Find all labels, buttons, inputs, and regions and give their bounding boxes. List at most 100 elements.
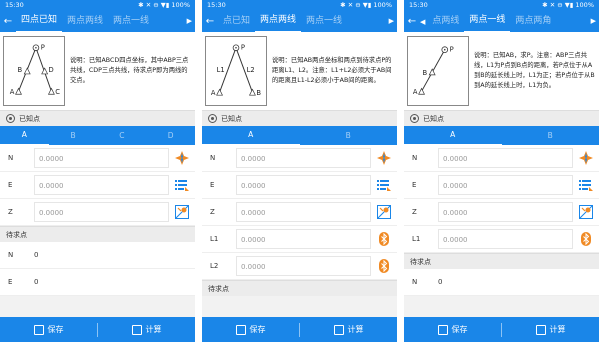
tab-mode-1[interactable]: 四点已知 [16, 11, 63, 32]
target-icon [6, 114, 15, 123]
known-points-header: 已知点 [404, 110, 599, 126]
back-arrow-icon[interactable]: ← [202, 16, 218, 27]
n-input[interactable]: 0.0000 [34, 148, 169, 168]
save-label: 保存 [249, 325, 266, 334]
calculate-button[interactable]: 计算 [300, 317, 397, 342]
save-button[interactable]: 保存 [202, 317, 299, 342]
l2-input[interactable]: 0.0000 [236, 256, 371, 276]
field-label: N [210, 154, 216, 162]
known-points-label: 已知点 [221, 114, 242, 123]
save-icon [33, 324, 44, 335]
n-input[interactable]: 0.0000 [438, 148, 573, 168]
tab-mode-3[interactable]: 两点一线 [108, 11, 154, 32]
tab-mode-2[interactable]: 两点两线 [255, 11, 302, 32]
field-label: E [8, 181, 13, 189]
svg-text:B: B [18, 66, 23, 74]
description-panel: P B D A C 说明：已知ABCD四点坐标，其中ABP三点共线，CDP三点共… [0, 32, 195, 110]
tab-mode-2[interactable]: 点两线 [427, 11, 464, 32]
list-icon[interactable] [573, 172, 599, 199]
scroll-left-icon[interactable]: ◀ [420, 18, 425, 26]
e-input[interactable]: 0.0000 [34, 175, 169, 195]
save-button[interactable]: 保存 [404, 317, 501, 342]
list-icon[interactable] [371, 172, 397, 199]
result-value: 0 [34, 278, 39, 286]
svg-text:B: B [423, 69, 428, 77]
scroll-right-icon[interactable]: ▶ [187, 11, 192, 32]
z-input[interactable]: 0.0000 [438, 202, 573, 222]
svg-text:P: P [41, 44, 45, 52]
bluetooth-icon[interactable] [371, 226, 397, 253]
tab-point-a[interactable]: A [404, 126, 502, 145]
tab-mode-3[interactable]: 两点一线 [464, 11, 511, 32]
svg-text:P: P [450, 46, 454, 54]
e-input[interactable]: 0.0000 [438, 175, 573, 195]
l1-input[interactable]: 0.0000 [438, 229, 573, 249]
svg-text:L2: L2 [247, 66, 255, 74]
list-icon[interactable] [169, 172, 195, 199]
tab-point-a[interactable]: A [0, 126, 49, 145]
tab-mode-3[interactable]: 两点一线 [301, 11, 347, 32]
calculate-label: 计算 [347, 325, 364, 334]
field-label: L2 [210, 262, 219, 270]
app-bar: ← 四点已知 两点两线 两点一线 ▶ [0, 11, 195, 32]
field-label: L1 [210, 235, 219, 243]
svg-text:C: C [55, 88, 60, 96]
status-bar: 15:30 ✱ ✕ ⊖ ▼▮ 100% [0, 0, 195, 11]
scroll-right-icon[interactable]: ▶ [591, 11, 596, 32]
tab-point-c[interactable]: C [98, 126, 147, 145]
known-points-header: 已知点 [202, 110, 397, 126]
mode-tabs: 四点已知 两点两线 两点一线 [16, 11, 195, 32]
z-input[interactable]: 0.0000 [34, 202, 169, 222]
tab-mode-1[interactable]: 点已知 [218, 11, 255, 32]
status-time: 15:30 [5, 1, 24, 9]
calculate-button[interactable]: 计算 [502, 317, 599, 342]
z-input[interactable]: 0.0000 [236, 202, 371, 222]
map-icon[interactable] [573, 199, 599, 226]
tab-mode-2[interactable]: 两点两线 [62, 11, 108, 32]
field-row-e: E 0.0000 [0, 172, 195, 199]
compass-icon[interactable] [371, 145, 397, 172]
status-icons: ✱ ✕ ⊖ ▼▮ 100% [138, 1, 190, 9]
tab-point-b[interactable]: B [502, 126, 600, 145]
map-icon[interactable] [371, 199, 397, 226]
tab-point-d[interactable]: D [146, 126, 195, 145]
svg-text:B: B [256, 89, 261, 97]
result-points-header: 待求点 [202, 280, 397, 296]
known-points-label: 已知点 [19, 114, 40, 123]
save-button[interactable]: 保存 [0, 317, 97, 342]
calculator-icon [535, 324, 546, 335]
target-icon [410, 114, 419, 123]
field-row-e: E 0.0000 [404, 172, 599, 199]
tab-point-a[interactable]: A [202, 126, 300, 145]
status-time: 15:30 [207, 1, 226, 9]
e-input[interactable]: 0.0000 [236, 175, 371, 195]
n-input[interactable]: 0.0000 [236, 148, 371, 168]
back-arrow-icon[interactable]: ← [404, 16, 420, 27]
field-row-z: Z 0.0000 [202, 199, 397, 226]
bluetooth-icon[interactable] [573, 226, 599, 253]
compass-icon[interactable] [573, 145, 599, 172]
bluetooth-icon[interactable] [371, 253, 397, 280]
svg-text:P: P [241, 44, 245, 52]
field-label: Z [8, 208, 13, 216]
tab-point-b[interactable]: B [300, 126, 398, 145]
calculate-button[interactable]: 计算 [98, 317, 195, 342]
map-icon[interactable] [169, 199, 195, 226]
field-label: N [412, 154, 418, 162]
scroll-right-icon[interactable]: ▶ [389, 11, 394, 32]
description-panel: P B A 说明：已知AB，求P。注意：ABP三点共线，L1为P点到B点的距离，… [404, 32, 599, 110]
status-bar: 15:30 ✱ ✕ ⊖ ▼▮ 100% [404, 0, 599, 11]
status-time: 15:30 [409, 1, 428, 9]
diagram-four-points: P B D A C [3, 36, 65, 106]
phone-screen-2: 15:30 ✱ ✕ ⊖ ▼▮ 100% ← 点已知 两点两线 两点一线 ▶ P … [202, 0, 397, 342]
result-label: N [8, 251, 14, 259]
field-row-e: E 0.0000 [202, 172, 397, 199]
compass-icon[interactable] [169, 145, 195, 172]
save-icon [437, 324, 448, 335]
tab-mode-4[interactable]: 两点两角 [510, 11, 556, 32]
l1-input[interactable]: 0.0000 [236, 229, 371, 249]
tab-point-b[interactable]: B [49, 126, 98, 145]
point-tabs: A B [202, 126, 397, 145]
back-arrow-icon[interactable]: ← [0, 16, 16, 27]
field-row-l1: L1 0.0000 [404, 226, 599, 253]
